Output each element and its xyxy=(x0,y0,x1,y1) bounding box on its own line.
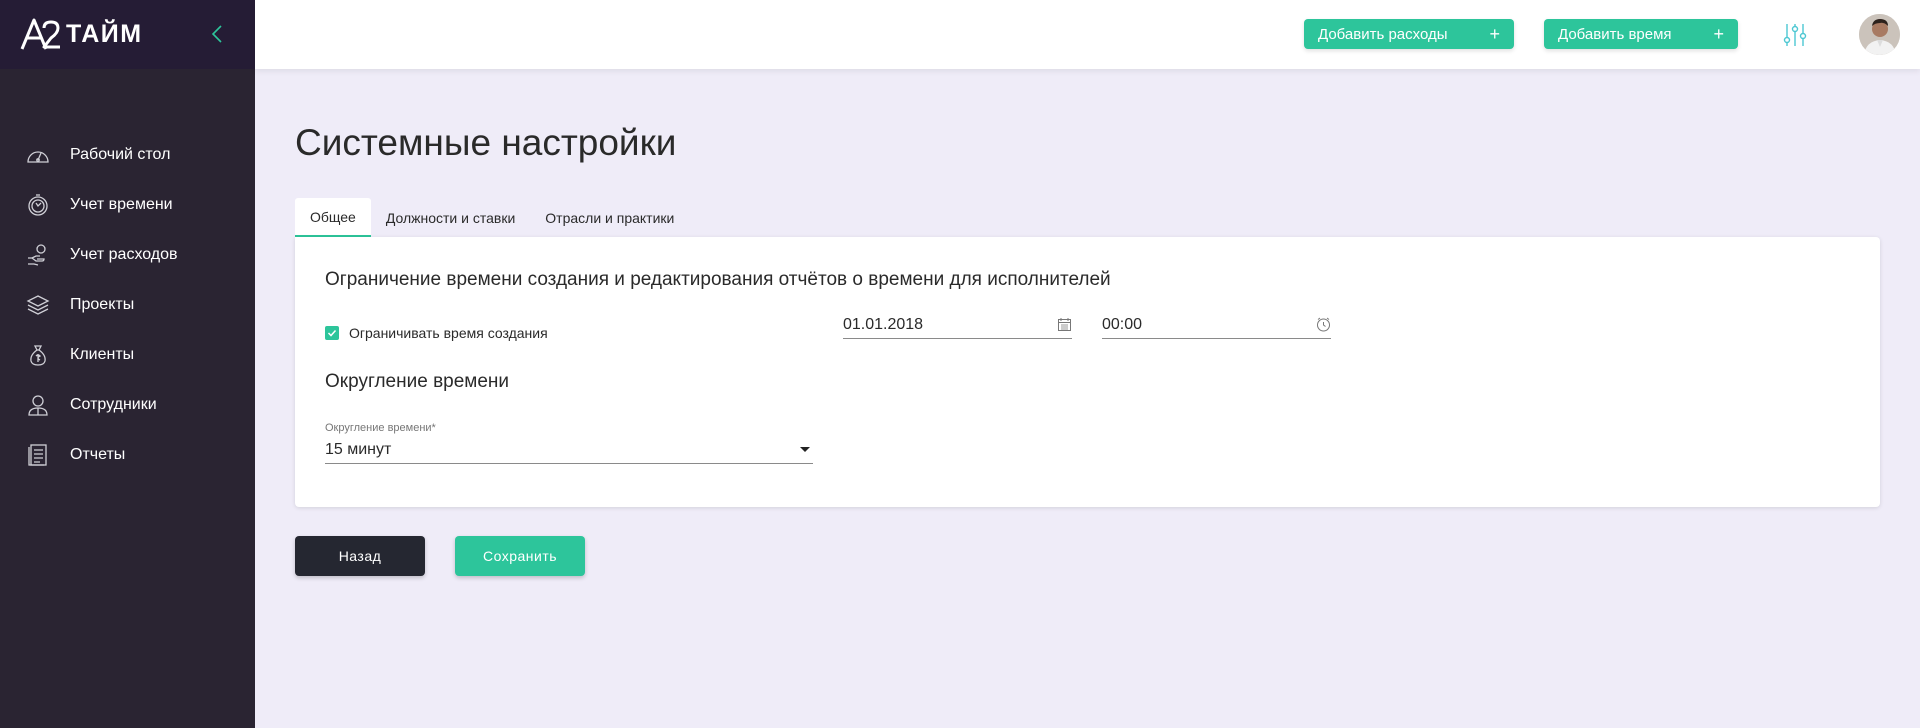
rounding-field-label: Округление времени* xyxy=(325,422,436,434)
settings-tabs: Общее Должности и ставки Отрасли и практ… xyxy=(295,198,689,237)
add-time-button[interactable]: Добавить время + xyxy=(1544,19,1738,49)
sidebar-item-time-tracking[interactable]: Учет времени xyxy=(0,180,255,230)
sidebar-item-projects[interactable]: Проекты xyxy=(0,280,255,330)
sidebar-item-label: Учет расходов xyxy=(70,246,178,263)
rounding-select[interactable]: 15 минут xyxy=(325,436,813,464)
sidebar-item-label: Отчеты xyxy=(70,446,126,463)
user-avatar[interactable] xyxy=(1859,14,1900,55)
settings-card: Ограничение времени создания и редактиро… xyxy=(295,237,1880,507)
sidebar: ТАЙМ Рабочий стол Учет времени Учет расх… xyxy=(0,0,255,728)
user-photo-icon xyxy=(1859,14,1900,55)
restrict-creation-checkbox[interactable] xyxy=(325,326,339,340)
checkmark-icon xyxy=(327,329,337,337)
plus-icon: + xyxy=(1489,24,1500,44)
restriction-time-field[interactable]: 00:00 xyxy=(1102,311,1331,339)
clock-icon[interactable] xyxy=(1315,317,1331,333)
dashboard-gauge-icon xyxy=(26,143,50,167)
sidebar-item-label: Рабочий стол xyxy=(70,146,171,163)
plus-icon: + xyxy=(1713,24,1724,44)
sidebar-item-label: Проекты xyxy=(70,296,135,313)
app-logo[interactable]: ТАЙМ xyxy=(20,16,143,52)
calendar-icon[interactable] xyxy=(1056,317,1072,333)
back-button[interactable]: Назад xyxy=(295,536,425,576)
add-expenses-label: Добавить расходы xyxy=(1318,25,1448,43)
logo-text: ТАЙМ xyxy=(66,19,143,48)
sidebar-item-employees[interactable]: Сотрудники xyxy=(0,380,255,430)
tab-industries-practices[interactable]: Отрасли и практики xyxy=(530,198,689,237)
stopwatch-icon xyxy=(26,193,50,217)
sidebar-collapse-button[interactable] xyxy=(207,20,227,48)
sidebar-item-dashboard[interactable]: Рабочий стол xyxy=(0,130,255,180)
tab-positions-rates[interactable]: Должности и ставки xyxy=(371,198,530,237)
tab-general[interactable]: Общее xyxy=(295,198,371,237)
sidebar-nav: Рабочий стол Учет времени Учет расходов … xyxy=(0,130,255,480)
sidebar-item-label: Сотрудники xyxy=(70,396,157,413)
sliders-icon xyxy=(1783,24,1807,46)
sidebar-item-clients[interactable]: Клиенты xyxy=(0,330,255,380)
add-expenses-button[interactable]: Добавить расходы + xyxy=(1304,19,1514,49)
sidebar-item-label: Учет времени xyxy=(70,196,173,213)
restrict-creation-checkbox-row[interactable]: Ограничивать время создания xyxy=(325,325,548,341)
report-document-icon xyxy=(26,443,50,467)
restrict-creation-label: Ограничивать время создания xyxy=(349,325,548,341)
caret-down-icon xyxy=(797,442,813,458)
chevron-left-icon xyxy=(211,25,222,43)
restriction-date-value: 01.01.2018 xyxy=(843,315,924,333)
restriction-time-value: 00:00 xyxy=(1102,315,1143,333)
restriction-date-field[interactable]: 01.01.2018 xyxy=(843,311,1072,339)
add-time-label: Добавить время xyxy=(1558,25,1672,43)
sidebar-item-reports[interactable]: Отчеты xyxy=(0,430,255,480)
page-title: Системные настройки xyxy=(295,122,677,163)
save-button[interactable]: Сохранить xyxy=(455,536,585,576)
sidebar-item-expenses[interactable]: Учет расходов xyxy=(0,230,255,280)
hand-coin-icon xyxy=(26,243,50,267)
employee-icon xyxy=(26,393,50,417)
sidebar-item-label: Клиенты xyxy=(70,346,135,363)
logo-mark-icon xyxy=(20,16,62,52)
rounding-section-title: Округление времени xyxy=(325,371,510,392)
layers-icon xyxy=(26,293,50,317)
rounding-selected-value: 15 минут xyxy=(325,440,392,458)
settings-sliders-button[interactable] xyxy=(1780,20,1810,50)
money-bag-icon xyxy=(26,343,50,367)
restriction-section-title: Ограничение времени создания и редактиро… xyxy=(325,269,1111,290)
sidebar-header: ТАЙМ xyxy=(0,0,255,69)
